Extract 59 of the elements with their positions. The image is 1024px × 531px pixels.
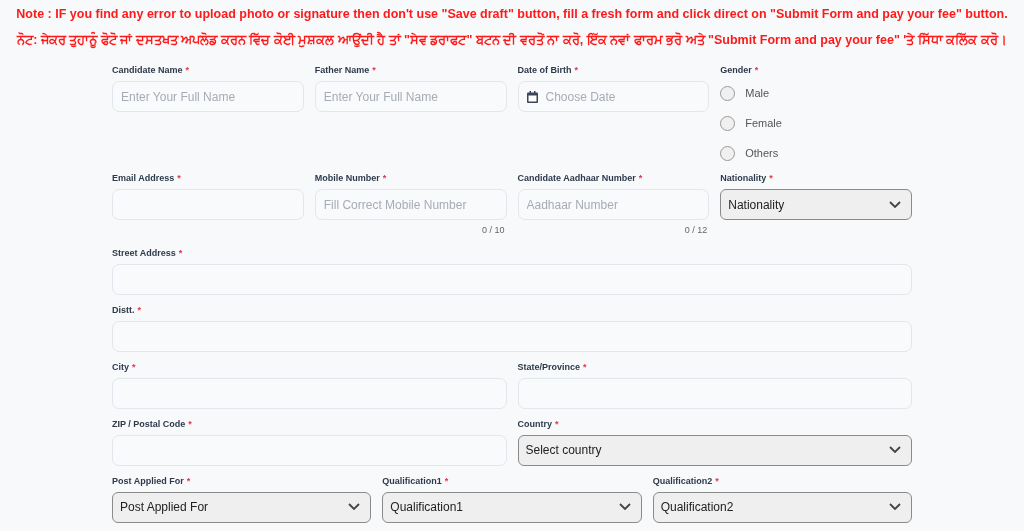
input-field[interactable]: Enter Your Full Name xyxy=(314,81,507,112)
required-mark: * xyxy=(188,418,192,429)
required-mark: * xyxy=(177,173,181,183)
select-dropdown[interactable]: Nationality xyxy=(720,189,912,220)
field-label: Street Address xyxy=(112,247,176,258)
required-mark: * xyxy=(178,247,183,258)
radio-button[interactable] xyxy=(720,85,736,101)
required-mark: * xyxy=(185,65,190,75)
field-label: Qualification1 xyxy=(382,475,442,486)
field-label: Email Address xyxy=(112,173,175,183)
required-mark: * xyxy=(754,65,759,75)
input-field[interactable]: Fill Correct Mobile Number xyxy=(314,189,507,220)
chevron-down-icon xyxy=(889,200,901,209)
character-counter: 0 / 10 xyxy=(481,224,505,237)
required-mark: * xyxy=(583,361,587,372)
field-label: Post Applied For xyxy=(112,475,184,486)
notice-text: ਨੋਟ: ਜੇਕਰ ਤੁਹਾਨੂੰ ਫੋਟੋ ਜਾਂ ਦਸਤਖਤ ਅਪਲੋਡ ਕਰਨ ਵਿੱਚ ਕੋਈ ਮੁਸ਼ਕਲ ਆਉਂਦੀ ਹੈ ਤਾਂ "ਸੇਵ ਡਰਾਫਟ" ਬਟਨ ਦੀ ਵਰਤੋਂ ਨਾ ਕਰੋ, ਇੱਕ ਨਵਾਂ ਫਾਰਮ ਭਰੋ ਅਤੇ "Submit Form and pay your fee" 'ਤੇ ਸਿੱਧਾ ਕਲਿੱਕ ਕਰੋ। xyxy=(17,30,1007,51)
required-mark: * xyxy=(715,475,719,486)
chevron-down-icon xyxy=(889,503,901,511)
select-dropdown[interactable]: Select country xyxy=(517,434,912,466)
required-mark: * xyxy=(638,173,643,183)
radio-button[interactable] xyxy=(720,145,736,161)
field-label: City xyxy=(112,361,129,372)
field-label: Father Name xyxy=(314,65,370,75)
required-mark: * xyxy=(186,475,191,486)
character-counter: 0 / 12 xyxy=(684,224,708,237)
input-field[interactable]: Enter Your Full Name xyxy=(112,81,304,112)
field-label: Gender xyxy=(720,65,752,75)
required-mark: * xyxy=(137,304,141,315)
field-label: Qualification2 xyxy=(652,475,713,486)
required-mark: * xyxy=(769,173,773,183)
chevron-down-icon xyxy=(889,446,901,454)
input-field[interactable]: Aadhaar Number xyxy=(517,189,710,220)
required-mark: * xyxy=(555,418,559,429)
field-label: Mobile Number xyxy=(314,173,380,183)
select-dropdown[interactable]: Post Applied For xyxy=(112,491,372,523)
select-dropdown[interactable]: Qualification2 xyxy=(652,491,912,523)
field-label: ZIP / Postal Code xyxy=(112,418,186,429)
field-label: Candidate Aadhaar Number xyxy=(517,173,636,183)
radio-label: Female xyxy=(745,115,782,131)
select-dropdown[interactable]: Qualification1 xyxy=(382,491,642,523)
field-label: State/Province xyxy=(517,361,581,372)
required-mark: * xyxy=(574,65,578,75)
chevron-down-icon xyxy=(618,503,631,511)
required-mark: * xyxy=(372,65,376,75)
required-mark: * xyxy=(444,475,449,486)
field-label: Date of Birth xyxy=(517,65,572,75)
radio-label: Male xyxy=(745,85,770,101)
chevron-down-icon xyxy=(348,503,361,511)
radio-button[interactable] xyxy=(720,115,736,131)
date-field[interactable]: Choose Date xyxy=(517,81,710,112)
field-label: Distt. xyxy=(112,304,135,315)
field-label: Candidate Name xyxy=(112,65,183,75)
field-label: Nationality xyxy=(720,173,767,183)
notice-text: Note : IF you find any error to upload photo or signature then don't use "Save draft" button, fill a fresh form and click direct on "Submit Form and pay your fee" button. xyxy=(16,6,1008,23)
radio-label: Others xyxy=(745,145,779,161)
field-label: Country xyxy=(517,418,552,429)
required-mark: * xyxy=(382,173,387,183)
required-mark: * xyxy=(132,361,136,372)
